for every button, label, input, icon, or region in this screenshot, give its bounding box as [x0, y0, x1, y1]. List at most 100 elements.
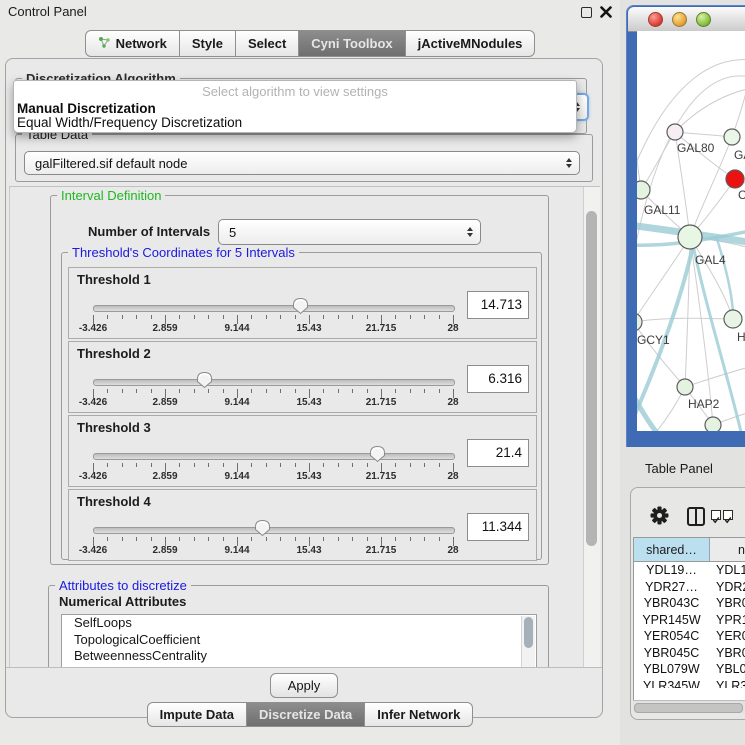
- settings-vertical-scrollbar[interactable]: [583, 187, 600, 668]
- slider-track[interactable]: [93, 379, 455, 386]
- algorithm-dropdown-popup: Select algorithm to view settings Manual…: [13, 80, 577, 133]
- network-node[interactable]: [726, 170, 744, 188]
- network-node[interactable]: [637, 181, 650, 199]
- top-tab-bar: Network Style Select Cyni Toolbox jActiveMNo…: [0, 30, 620, 57]
- slider-track[interactable]: [93, 527, 455, 534]
- table-row[interactable]: YPR145WYPR1: [634, 612, 745, 629]
- number-of-intervals-spinner[interactable]: 5: [218, 219, 481, 245]
- threshold-value-field[interactable]: 11.344: [467, 513, 529, 541]
- network-node-label: HAP2: [688, 397, 720, 411]
- table-data-value: galFiltered.sif default node: [25, 156, 559, 171]
- column-layout-icon[interactable]: [687, 507, 705, 526]
- threshold-value-field[interactable]: 6.316: [467, 365, 529, 393]
- cell-shared-name: YBR043C: [634, 596, 709, 610]
- tab-label: Impute Data: [160, 707, 234, 722]
- minimize-traffic-light[interactable]: [672, 12, 687, 27]
- attributes-scrollbar-thumb[interactable]: [524, 617, 533, 648]
- numerical-attributes-list[interactable]: SelfLoopsTopologicalCoefficientBetweenne…: [61, 614, 537, 668]
- slider-thumb[interactable]: [254, 519, 271, 537]
- tab-label: Select: [248, 36, 286, 51]
- table-header-row: shared… na: [634, 538, 745, 562]
- gear-icon[interactable]: [650, 506, 669, 525]
- threshold-label: Threshold 3: [77, 420, 151, 435]
- table-row[interactable]: YLR345WYLR3: [634, 678, 745, 689]
- cell-name: YLR3: [709, 679, 745, 688]
- cell-name: YER0: [709, 629, 745, 643]
- tab-network[interactable]: Network: [85, 30, 180, 57]
- network-node[interactable]: [677, 379, 693, 395]
- tab-infer-network[interactable]: Infer Network: [365, 702, 473, 727]
- tab-impute-data[interactable]: Impute Data: [147, 702, 247, 727]
- network-node[interactable]: [678, 225, 702, 249]
- control-panel-titlebar: Control Panel: [0, 0, 620, 24]
- checkbox-icon[interactable]: [723, 510, 733, 520]
- threshold-value-field[interactable]: 21.4: [467, 439, 529, 467]
- tab-jactivemnodules[interactable]: jActiveMNodules: [406, 30, 536, 57]
- popup-option-manual-discretization[interactable]: Manual Discretization: [17, 101, 156, 116]
- network-view-window: GAL80GACGAL11GAL4GCY1HHAP2: [626, 5, 745, 447]
- attributes-scrollbar[interactable]: [521, 616, 535, 668]
- table-row[interactable]: YBR043CYBR0: [634, 595, 745, 612]
- network-node-label: H: [737, 330, 745, 344]
- network-node-label: GAL11: [644, 203, 681, 217]
- control-panel: Control Panel Network Style Select Cyni Too…: [0, 0, 620, 745]
- table-toolbar: [631, 488, 745, 536]
- slider-scale: -3.4262.8599.14415.4321.71528: [93, 545, 453, 557]
- cyni-toolbox-panel: Discretization Algorithm Table Data galF…: [5, 58, 603, 718]
- slider-scale: -3.4262.8599.14415.4321.71528: [93, 323, 453, 335]
- slider-thumb[interactable]: [196, 371, 213, 389]
- tab-label: Style: [192, 36, 223, 51]
- network-node[interactable]: [667, 124, 683, 140]
- slider-thumb[interactable]: [369, 445, 386, 463]
- settings-scrollbar-thumb[interactable]: [586, 211, 597, 546]
- zoom-traffic-light[interactable]: [696, 12, 711, 27]
- threshold-value-field[interactable]: 14.713: [467, 291, 529, 319]
- cell-shared-name: YDL19…: [634, 563, 709, 577]
- slider-thumb[interactable]: [292, 297, 309, 315]
- table-hscrollbar-thumb[interactable]: [634, 703, 743, 713]
- slider-track[interactable]: [93, 453, 455, 460]
- slider-track[interactable]: [93, 305, 455, 312]
- tab-label: jActiveMNodules: [418, 36, 523, 51]
- table-row[interactable]: YDL19…YDL1: [634, 562, 745, 579]
- settings-scrollpane: Interval Definition Number of Intervals …: [9, 186, 600, 668]
- cell-shared-name: YER054C: [634, 629, 709, 643]
- network-node[interactable]: [705, 417, 721, 431]
- cell-name: YBR0: [709, 596, 745, 610]
- network-node[interactable]: [724, 129, 740, 145]
- cell-name: YPR1: [709, 613, 745, 627]
- table-row[interactable]: YDR27…YDR2: [634, 579, 745, 596]
- close-traffic-light[interactable]: [648, 12, 663, 27]
- spinner-arrows-icon: [460, 226, 480, 238]
- table-horizontal-scrollbar[interactable]: [633, 700, 745, 713]
- table-row[interactable]: YBR045CYBR0: [634, 645, 745, 662]
- network-node[interactable]: [637, 313, 642, 331]
- threshold-coords-group: Threshold's Coordinates for 5 Intervals …: [61, 252, 542, 560]
- network-node[interactable]: [724, 310, 742, 328]
- table-row[interactable]: YER054CYER0: [634, 628, 745, 645]
- popup-option-equal-width[interactable]: Equal Width/Frequency Discretization: [17, 115, 242, 130]
- float-window-icon[interactable]: [581, 7, 592, 18]
- cell-shared-name: YDR27…: [634, 580, 709, 594]
- attribute-list-item[interactable]: BetweennessCentrality: [62, 648, 536, 665]
- table-data-combo[interactable]: galFiltered.sif default node: [24, 151, 580, 175]
- right-side: GAL80GACGAL11GAL4GCY1HHAP2 Table Panel: [620, 0, 745, 745]
- tab-select[interactable]: Select: [236, 30, 299, 57]
- column-header-name[interactable]: na: [710, 538, 745, 561]
- column-header-shared-name[interactable]: shared…: [634, 538, 710, 561]
- numerical-attributes-label: Numerical Attributes: [59, 594, 186, 609]
- table-row[interactable]: YBL079WYBL0: [634, 661, 745, 678]
- network-icon: [98, 36, 111, 52]
- network-canvas[interactable]: GAL80GACGAL11GAL4GCY1HHAP2: [637, 31, 745, 431]
- apply-button[interactable]: Apply: [270, 673, 338, 698]
- attribute-list-item[interactable]: TopologicalCoefficient: [62, 632, 536, 649]
- close-icon[interactable]: [600, 6, 612, 18]
- network-window-titlebar: [628, 7, 745, 32]
- tab-cyni-toolbox[interactable]: Cyni Toolbox: [299, 30, 405, 57]
- attribute-list-item[interactable]: SelfLoops: [62, 615, 536, 632]
- tab-discretize-data[interactable]: Discretize Data: [247, 702, 365, 727]
- tab-style[interactable]: Style: [180, 30, 236, 57]
- checkbox-icon[interactable]: [711, 510, 721, 520]
- attributes-group: Attributes to discretize Numerical Attri…: [48, 585, 549, 668]
- threshold-panel-4: Threshold 4-3.4262.8599.14415.4321.71528…: [68, 489, 537, 561]
